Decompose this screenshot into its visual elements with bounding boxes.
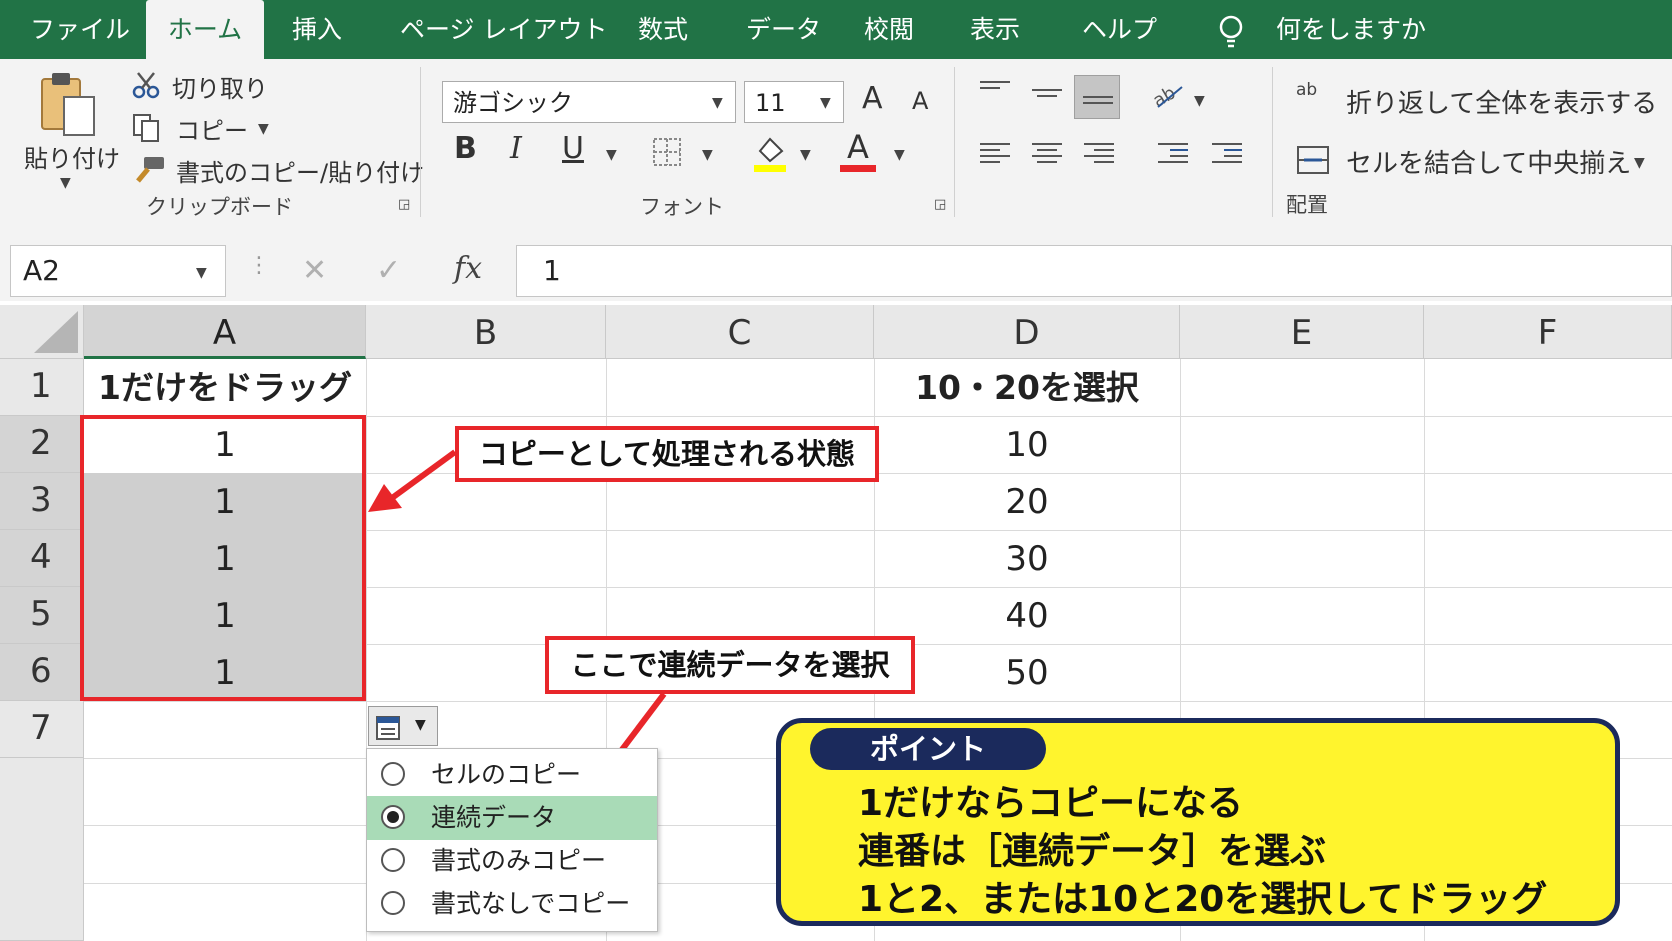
menu-item-fill-series[interactable]: 連続データ: [367, 796, 657, 840]
radio-icon: [381, 848, 405, 872]
radio-selected-icon: [381, 805, 405, 829]
point-line-3: 1と2、または10と20を選択してドラッグ: [858, 879, 1548, 920]
autofill-chevron-icon: ▼: [415, 717, 426, 733]
point-line-1: 1だけならコピーになる: [858, 783, 1244, 824]
menu-item-label: セルのコピー: [431, 760, 582, 789]
menu-item-fill-formatting-only[interactable]: 書式のみコピー: [367, 839, 657, 883]
autofill-options-menu: セルのコピー 連続データ 書式のみコピー 書式なしでコピー: [366, 748, 658, 932]
autofill-options-icon: [376, 716, 400, 740]
menu-item-label: 書式なしでコピー: [431, 889, 631, 918]
menu-item-fill-without-formatting[interactable]: 書式なしでコピー: [367, 882, 657, 926]
menu-item-label: 書式のみコピー: [431, 846, 607, 875]
radio-icon: [381, 891, 405, 915]
point-title: ポイント: [810, 728, 1046, 770]
radio-icon: [381, 762, 405, 786]
menu-item-copy-cells[interactable]: セルのコピー: [367, 753, 657, 797]
point-line-2: 連番は［連続データ］を選ぶ: [858, 831, 1327, 872]
menu-item-label: 連続データ: [431, 803, 557, 832]
autofill-options-button[interactable]: ▼: [368, 706, 438, 746]
